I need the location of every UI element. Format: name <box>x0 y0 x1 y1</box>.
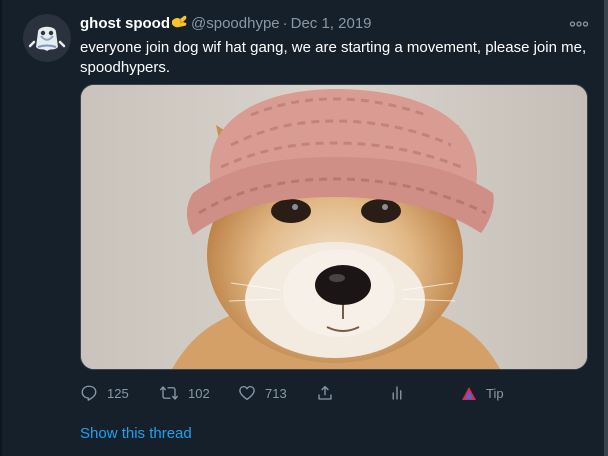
author-handle[interactable]: @spoodhype <box>191 15 280 32</box>
yellow-hand-emoji-icon <box>171 14 188 36</box>
show-thread-link[interactable]: Show this thread <box>80 425 192 443</box>
shiba-dog-in-pink-knit-hat-photo <box>81 85 587 369</box>
tip-label: Tip <box>486 385 504 401</box>
reply-icon <box>81 385 97 401</box>
avatar[interactable] <box>23 14 71 62</box>
analytics-icon <box>392 386 402 400</box>
tweet[interactable]: ghost spood @spoodhype · Dec 1, 2019 every… <box>0 0 604 456</box>
retweet-icon <box>159 386 179 400</box>
reply-button[interactable]: 125 <box>80 382 129 404</box>
tweet-header: ghost spood @spoodhype · Dec 1, 2019 <box>80 14 372 34</box>
more-options-button[interactable] <box>566 14 592 34</box>
retweet-button[interactable]: 102 <box>159 382 210 404</box>
tip-button[interactable]: Tip <box>461 382 504 404</box>
heart-icon <box>239 385 255 401</box>
analytics-button[interactable] <box>388 382 406 404</box>
more-dots-icon <box>569 21 589 27</box>
like-count: 713 <box>265 385 287 401</box>
share-icon <box>318 385 332 400</box>
like-button[interactable]: 713 <box>238 382 287 404</box>
window-edge-right <box>604 0 608 456</box>
tweet-actions: 125 102 713 Tip <box>80 382 510 404</box>
tweet-date[interactable]: Dec 1, 2019 <box>291 15 372 32</box>
tweet-media-photo[interactable] <box>80 84 588 370</box>
separator-dot: · <box>282 15 288 32</box>
tip-icon <box>462 386 476 400</box>
tweet-text: everyone join dog wif hat gang, we are s… <box>80 39 587 76</box>
author-name[interactable]: ghost spood <box>80 15 170 32</box>
retweet-count: 102 <box>188 385 210 401</box>
reply-count: 125 <box>107 385 129 401</box>
share-button[interactable] <box>316 382 334 404</box>
